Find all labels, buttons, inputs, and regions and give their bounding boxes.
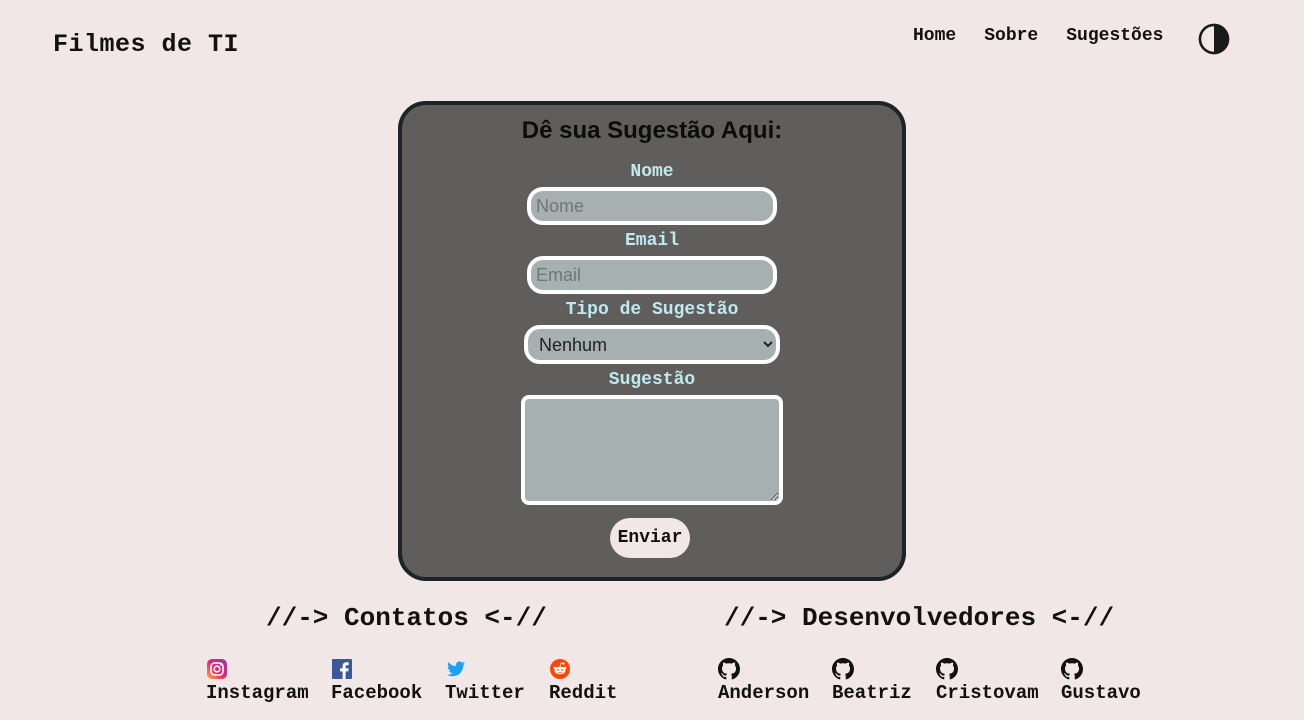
contact-label: Twitter (445, 682, 525, 704)
type-label: Tipo de Sugestão (565, 300, 739, 320)
suggestion-form: Dê sua Sugestão Aqui: Nome Email Tipo de… (398, 101, 906, 581)
developer-label: Beatriz (832, 682, 912, 704)
contact-facebook-link[interactable]: Facebook (331, 658, 422, 704)
developer-label: Gustavo (1061, 682, 1141, 704)
facebook-icon (331, 658, 353, 680)
developer-anderson-link[interactable]: Anderson (718, 658, 809, 704)
nav-sugestoes-link[interactable]: Sugestões (1066, 26, 1163, 46)
nav-home-link[interactable]: Home (913, 26, 956, 46)
developer-cristovam-link[interactable]: Cristovam (936, 658, 1039, 704)
contact-reddit-link[interactable]: Reddit (549, 658, 617, 704)
github-icon (832, 658, 854, 680)
developers-title: //-> Desenvolvedores <-// (724, 603, 1115, 633)
name-label: Nome (630, 162, 674, 182)
suggestion-textarea[interactable] (521, 395, 783, 505)
contact-label: Facebook (331, 682, 423, 704)
suggestion-type-select[interactable]: Nenhum (524, 325, 780, 364)
nav-sobre-link[interactable]: Sobre (984, 26, 1038, 46)
brand-title: Filmes de TI (53, 30, 240, 59)
name-input[interactable] (527, 187, 777, 225)
github-icon (936, 658, 958, 680)
contacts-title: //-> Contatos <-// (266, 603, 547, 633)
instagram-icon (206, 658, 228, 680)
contact-label: Instagram (206, 682, 309, 704)
email-label: Email (624, 231, 679, 251)
contact-label: Reddit (549, 682, 618, 704)
github-icon (718, 658, 740, 680)
contact-twitter-link[interactable]: Twitter (445, 658, 525, 704)
contrast-toggle-icon[interactable] (1198, 23, 1230, 55)
reddit-icon (549, 658, 571, 680)
main-nav: Home Sobre Sugestões (913, 26, 1191, 46)
developer-label: Cristovam (936, 682, 1039, 704)
submit-button[interactable]: Enviar (610, 518, 690, 558)
email-input[interactable] (527, 256, 777, 294)
developer-gustavo-link[interactable]: Gustavo (1061, 658, 1141, 704)
developer-beatriz-link[interactable]: Beatriz (832, 658, 912, 704)
developer-label: Anderson (718, 682, 810, 704)
form-title: Dê sua Sugestão Aqui: (521, 117, 783, 144)
contact-instagram-link[interactable]: Instagram (206, 658, 309, 704)
suggestion-label: Sugestão (608, 370, 696, 390)
github-icon (1061, 658, 1083, 680)
twitter-icon (445, 658, 467, 680)
